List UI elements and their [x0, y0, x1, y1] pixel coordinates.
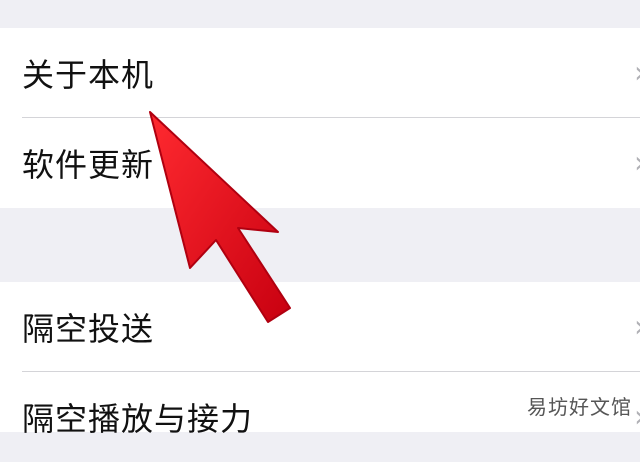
watermark: 易坊好文馆 — [527, 395, 632, 419]
software-update-label: 软件更新 — [22, 146, 155, 184]
about-row[interactable]: 关于本机 › — [0, 28, 640, 118]
about-label: 关于本机 — [22, 56, 155, 94]
airdrop-row[interactable]: 隔空投送 › — [0, 282, 640, 372]
software-update-row[interactable]: 软件更新 › — [0, 118, 640, 208]
airplay-handoff-label: 隔空播放与接力 — [22, 400, 254, 438]
airdrop-label: 隔空投送 — [22, 310, 155, 348]
settings-group-general: 关于本机 › 软件更新 › — [0, 28, 640, 208]
chevron-right-icon: › — [634, 56, 640, 91]
chevron-right-icon: › — [634, 310, 640, 345]
chevron-right-icon: › — [634, 400, 640, 435]
chevron-right-icon: › — [634, 146, 640, 181]
